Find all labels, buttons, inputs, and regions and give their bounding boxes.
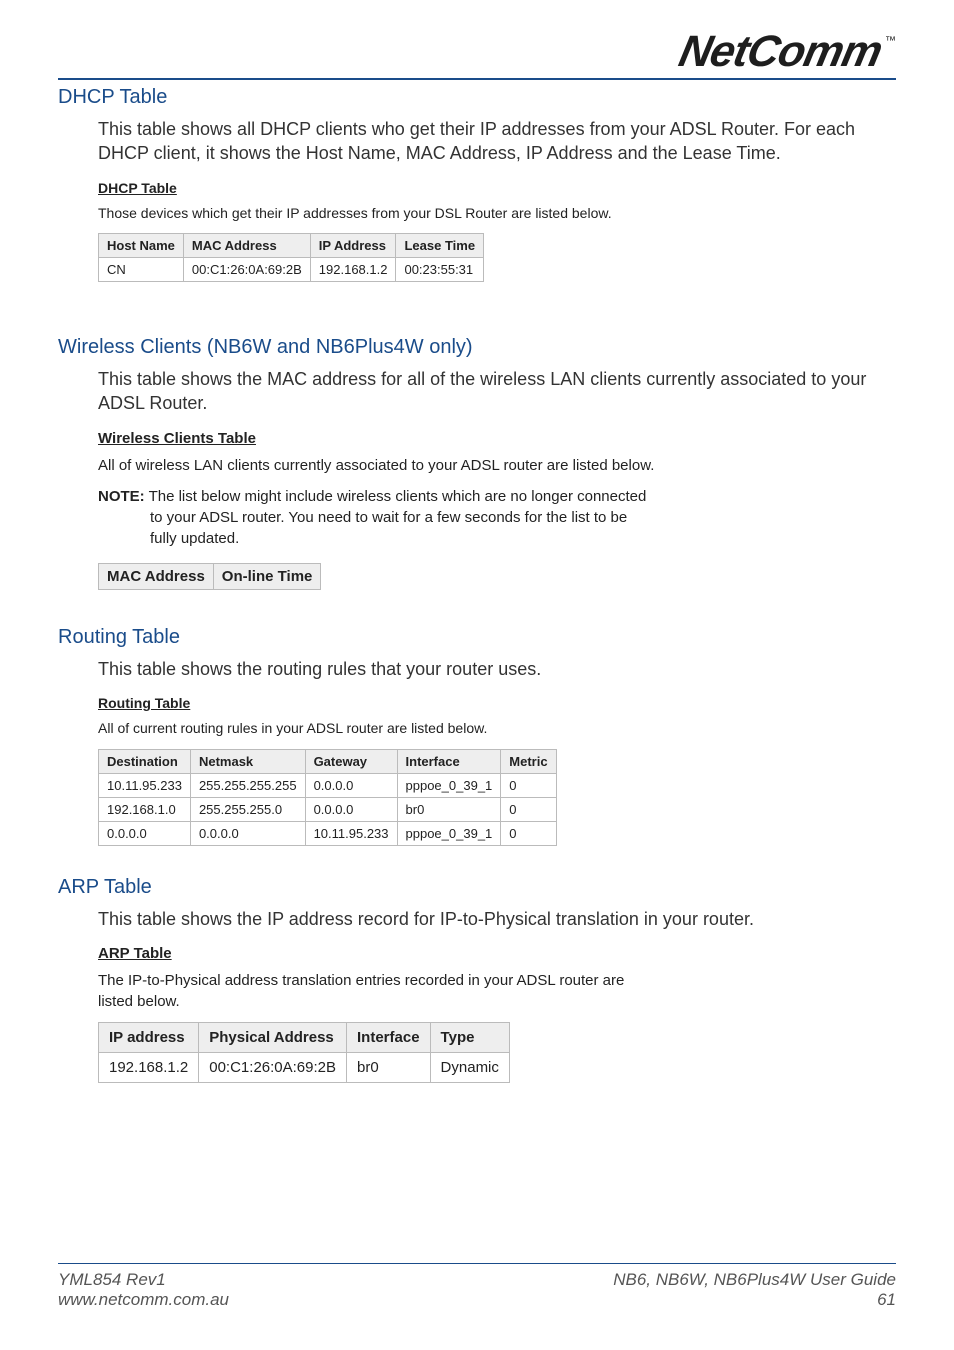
col-physical-address: Physical Address	[199, 1022, 347, 1052]
cell: 0.0.0.0	[305, 773, 397, 797]
routing-table: Destination Netmask Gateway Interface Me…	[98, 749, 557, 846]
wireless-ss-desc: All of wireless LAN clients currently as…	[98, 455, 658, 476]
dhcp-screenshot: DHCP Table Those devices which get their…	[98, 180, 896, 283]
table-header-row: Host Name MAC Address IP Address Lease T…	[99, 234, 484, 258]
wireless-ss-title: Wireless Clients Table	[98, 430, 896, 447]
table-header-row: MAC Address On-line Time	[99, 563, 321, 589]
text-host-name: Host Name	[306, 143, 396, 163]
cell: 0.0.0.0	[190, 821, 305, 845]
cell-host-name: CN	[99, 258, 184, 282]
page-number: 61	[613, 1290, 896, 1310]
dhcp-ss-title: DHCP Table	[98, 180, 896, 196]
cell: br0	[397, 797, 501, 821]
dhcp-description: This table shows all DHCP clients who ge…	[98, 117, 896, 166]
note-text: The list below might include wireless cl…	[145, 488, 647, 547]
doc-revision: YML854 Rev1	[58, 1270, 229, 1290]
cell-mac-address: 00:C1:26:0A:69:2B	[183, 258, 310, 282]
cell-ip-address: 192.168.1.2	[310, 258, 396, 282]
col-ip-address: IP address	[99, 1022, 199, 1052]
cell: 0.0.0.0	[99, 821, 191, 845]
cell: 192.168.1.0	[99, 797, 191, 821]
col-mac-address: MAC Address	[183, 234, 310, 258]
wireless-description: This table shows the MAC address for all…	[98, 367, 896, 416]
routing-ss-desc: All of current routing rules in your ADS…	[98, 719, 658, 739]
col-host-name: Host Name	[99, 234, 184, 258]
routing-screenshot: Routing Table All of current routing rul…	[98, 695, 896, 846]
wireless-ss-note: NOTE: The list below might include wirel…	[98, 486, 658, 549]
dhcp-ss-desc: Those devices which get their IP address…	[98, 204, 658, 224]
col-gateway: Gateway	[305, 749, 397, 773]
col-interface: Interface	[397, 749, 501, 773]
page-footer: YML854 Rev1 www.netcomm.com.au NB6, NB6W…	[58, 1263, 896, 1310]
arp-ss-desc: The IP-to-Physical address translation e…	[98, 970, 658, 1012]
cell: 10.11.95.233	[99, 773, 191, 797]
wireless-screenshot: Wireless Clients Table All of wireless L…	[98, 430, 896, 590]
cell: 00:C1:26:0A:69:2B	[199, 1052, 347, 1082]
brand-logo: NetComm ™	[680, 30, 896, 74]
arp-screenshot: ARP Table The IP-to-Physical address tra…	[98, 945, 896, 1083]
cell: 0	[501, 797, 556, 821]
table-row: 192.168.1.0 255.255.255.0 0.0.0.0 br0 0	[99, 797, 557, 821]
cell: 192.168.1.2	[99, 1052, 199, 1082]
col-type: Type	[430, 1022, 509, 1052]
model-names: NB6, NB6W, NB6Plus4W	[613, 1270, 810, 1289]
user-guide-label: User Guide	[810, 1270, 896, 1289]
text: ,	[516, 143, 526, 163]
routing-description: This table shows the routing rules that …	[98, 657, 896, 681]
doc-title: NB6, NB6W, NB6Plus4W User Guide	[613, 1270, 896, 1290]
wireless-table: MAC Address On-line Time	[98, 563, 321, 590]
table-header-row: Destination Netmask Gateway Interface Me…	[99, 749, 557, 773]
cell: 0	[501, 821, 556, 845]
cell: 255.255.255.0	[190, 797, 305, 821]
cell: pppoe_0_39_1	[397, 821, 501, 845]
col-lease-time: Lease Time	[396, 234, 484, 258]
cell: br0	[347, 1052, 431, 1082]
routing-ss-title: Routing Table	[98, 695, 896, 711]
text-mac-address: MAC Address	[406, 143, 516, 163]
table-row: 0.0.0.0 0.0.0.0 10.11.95.233 pppoe_0_39_…	[99, 821, 557, 845]
trademark-symbol: ™	[885, 30, 896, 47]
cell: 10.11.95.233	[305, 821, 397, 845]
cell: 0.0.0.0	[305, 797, 397, 821]
col-online-time: On-line Time	[213, 563, 321, 589]
footer-right: NB6, NB6W, NB6Plus4W User Guide 61	[613, 1270, 896, 1310]
col-mac-address: MAC Address	[99, 563, 214, 589]
text: and the	[613, 143, 683, 163]
table-row: 192.168.1.2 00:C1:26:0A:69:2B br0 Dynami…	[99, 1052, 510, 1082]
note-label: NOTE:	[98, 488, 145, 505]
arp-ss-title: ARP Table	[98, 945, 896, 962]
heading-dhcp-table: DHCP Table	[58, 86, 896, 109]
col-ip-address: IP Address	[310, 234, 396, 258]
table-row: 10.11.95.233 255.255.255.255 0.0.0.0 ppp…	[99, 773, 557, 797]
heading-routing-table: Routing Table	[58, 626, 896, 649]
table-row: CN 00:C1:26:0A:69:2B 192.168.1.2 00:23:5…	[99, 258, 484, 282]
website-url: www.netcomm.com.au	[58, 1290, 229, 1310]
col-netmask: Netmask	[190, 749, 305, 773]
table-header-row: IP address Physical Address Interface Ty…	[99, 1022, 510, 1052]
text: ,	[396, 143, 406, 163]
footer-left: YML854 Rev1 www.netcomm.com.au	[58, 1270, 229, 1310]
cell: 255.255.255.255	[190, 773, 305, 797]
page-header: NetComm ™	[58, 30, 896, 80]
col-metric: Metric	[501, 749, 556, 773]
brand-logo-text: NetComm	[676, 30, 886, 74]
col-interface: Interface	[347, 1022, 431, 1052]
text-lease-time: Lease Time	[683, 143, 776, 163]
arp-description: This table shows the IP address record f…	[98, 907, 896, 931]
heading-wireless-clients: Wireless Clients (NB6W and NB6Plus4W onl…	[58, 336, 896, 359]
arp-table: IP address Physical Address Interface Ty…	[98, 1022, 510, 1083]
text: .	[776, 143, 781, 163]
dhcp-table: Host Name MAC Address IP Address Lease T…	[98, 233, 484, 282]
heading-arp-table: ARP Table	[58, 876, 896, 899]
text-ip-address: IP Address	[526, 143, 613, 163]
cell: pppoe_0_39_1	[397, 773, 501, 797]
col-destination: Destination	[99, 749, 191, 773]
cell: Dynamic	[430, 1052, 509, 1082]
cell-lease-time: 00:23:55:31	[396, 258, 484, 282]
cell: 0	[501, 773, 556, 797]
